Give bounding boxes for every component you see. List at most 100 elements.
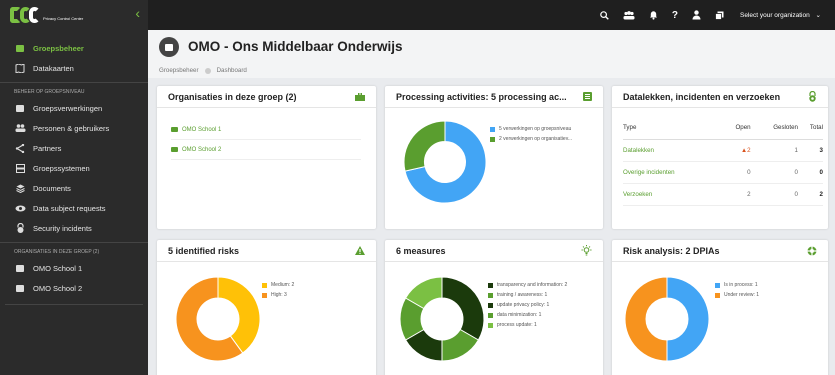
organisation-link-omo-school-1[interactable]: OMO School 1 [171, 120, 361, 140]
legend-item[interactable]: 2 verwerkingen op organisatiev... [490, 134, 572, 144]
row-open: 0 [721, 161, 751, 184]
sidebar-item-security-incidents[interactable]: Security incidents [0, 218, 148, 238]
lightbulb-icon [581, 245, 592, 256]
dpia-donut-chart [624, 276, 710, 362]
sidebar-item-datakaarten[interactable]: Datakaarten [0, 58, 148, 78]
breadcrumb: Groepsbeheer Dashboard [159, 67, 247, 74]
breadcrumb-separator-icon [204, 67, 211, 74]
section-heading: ORGANISATIES IN DEZE GROEP (2) [0, 242, 148, 258]
eye-icon [14, 205, 26, 212]
sidebar: Privacy Control Center ‹ Groepsbeheer Da… [0, 0, 148, 375]
sidebar-item-omo-school-1[interactable]: OMO School 1 [0, 258, 148, 278]
legend-item[interactable]: Is in process: 1 [715, 280, 759, 290]
list-icon [583, 92, 592, 101]
brand[interactable]: Privacy Control Center ‹ [0, 0, 148, 30]
sidebar-item-label: Groepsbeheer [33, 43, 84, 53]
sidebar-item-groepsbeheer[interactable]: Groepsbeheer [0, 38, 148, 58]
card-processing-activities: Processing activities: 5 processing ac..… [385, 86, 603, 229]
sidebar-item-documents[interactable]: Documents [0, 178, 148, 198]
sidebar-item-personen[interactable]: Personen & gebruikers [0, 118, 148, 138]
server-icon [14, 163, 26, 173]
card-header: 5 identified risks [157, 240, 376, 262]
processing-slice-1[interactable] [403, 120, 446, 172]
bell-icon[interactable] [649, 10, 658, 20]
legend-item[interactable]: process update: 1 [488, 320, 567, 330]
card-header: Processing activities: 5 processing ac..… [385, 86, 603, 108]
sidebar-item-partners[interactable]: Partners [0, 138, 148, 158]
sidebar-item-data-subject-requests[interactable]: Data subject requests [0, 198, 148, 218]
column-header: Open [721, 116, 751, 140]
row-total: 2 [797, 183, 823, 206]
card-risks: 5 identified risks Medium: 2 High: 3 [157, 240, 376, 375]
folder-icon [159, 37, 179, 57]
sidebar-item-label: Partners [33, 143, 62, 153]
row-open: 2 [721, 183, 751, 206]
card-dpia: Risk analysis: 2 DPIAs Is in process: 1 … [612, 240, 828, 375]
warning-icon [355, 246, 365, 255]
row-closed: 1 [750, 139, 798, 162]
organization-select[interactable]: Select your organization ⌄ [740, 11, 821, 19]
copy-icon[interactable] [715, 11, 724, 20]
measures-legend: transparency and information: 2 training… [488, 280, 567, 330]
row-closed: 0 [750, 161, 798, 184]
lifebuoy-icon [807, 246, 817, 256]
card-title: 6 measures [396, 245, 446, 256]
row-open: ▲2 [721, 139, 751, 162]
sidebar-item-groepssystemen[interactable]: Groepssystemen [0, 158, 148, 178]
lock-icon [808, 91, 817, 102]
row-type-link[interactable]: Overige incidenten [623, 161, 722, 184]
processing-donut-chart [403, 120, 487, 204]
sidebar-item-label: Datakaarten [33, 63, 74, 73]
processing-legend: 5 verwerkingen op groepsniveau 2 verwerk… [490, 124, 572, 144]
card-title: Datalekken, incidenten en verzoeken [623, 91, 781, 102]
organisation-name: OMO School 2 [182, 146, 222, 153]
sidebar-item-label: Security incidents [33, 223, 92, 233]
legend-item[interactable]: update privacy policy: 1 [488, 300, 567, 310]
risks-donut-chart [175, 276, 261, 362]
sidebar-item-groepsverwerkingen[interactable]: Groepsverwerkingen [0, 98, 148, 118]
pcc-logo [10, 5, 40, 25]
sidebar-item-label: Groepssystemen [33, 163, 90, 173]
sidebar-item-label: Documents [33, 183, 71, 193]
lock-icon [14, 223, 26, 233]
legend-item[interactable]: transparency and information: 2 [488, 280, 567, 290]
card-title: Risk analysis: 2 DPIAs [623, 245, 720, 256]
dpia-slice-0[interactable] [666, 276, 710, 362]
briefcase-icon [14, 264, 26, 272]
organisation-link-omo-school-2[interactable]: OMO School 2 [171, 140, 361, 160]
card-header: Risk analysis: 2 DPIAs [612, 240, 828, 262]
legend-item[interactable]: training / awareness: 1 [488, 290, 567, 300]
legend-item[interactable]: 5 verwerkingen op groepsniveau [490, 124, 572, 134]
folder-icon [14, 44, 26, 52]
brand-subtitle: Privacy Control Center [43, 15, 84, 21]
card-breaches: Datalekken, incidenten en verzoeken Type… [612, 86, 828, 229]
legend-item[interactable]: Under review: 1 [715, 290, 759, 300]
help-icon[interactable]: ? [672, 10, 678, 21]
card-header: 6 measures [385, 240, 603, 262]
table-row: Datalekken ▲2 1 3 [623, 139, 823, 162]
risks-legend: Medium: 2 High: 3 [262, 280, 294, 300]
card-header: Datalekken, incidenten en verzoeken [612, 86, 828, 108]
users-icon [14, 124, 26, 132]
legend-item[interactable]: data minimization: 1 [488, 310, 567, 320]
row-type-link[interactable]: Datalekken [623, 139, 722, 162]
row-type-link[interactable]: Verzoeken [623, 183, 722, 206]
dpia-slice-1[interactable] [624, 276, 668, 362]
breadcrumb-item-groepsbeheer[interactable]: Groepsbeheer [159, 67, 199, 74]
sidebar-item-label: Groepsverwerkingen [33, 103, 103, 113]
dpia-legend: Is in process: 1 Under review: 1 [715, 280, 759, 300]
column-header: Total [797, 116, 823, 140]
table-row: Verzoeken 2 0 2 [623, 183, 823, 206]
sidebar-item-omo-school-2[interactable]: OMO School 2 [0, 278, 148, 298]
users-icon[interactable] [623, 10, 635, 20]
legend-item[interactable]: Medium: 2 [262, 280, 294, 290]
stack-icon [14, 184, 26, 193]
collapse-sidebar-icon[interactable]: ‹ [135, 5, 140, 21]
row-total: 3 [797, 139, 823, 162]
sidebar-item-label: OMO School 2 [33, 283, 83, 293]
user-icon[interactable] [692, 10, 701, 20]
search-icon[interactable] [600, 10, 609, 20]
row-closed: 0 [750, 183, 798, 206]
sidebar-item-label: OMO School 1 [33, 263, 83, 273]
legend-item[interactable]: High: 3 [262, 290, 294, 300]
